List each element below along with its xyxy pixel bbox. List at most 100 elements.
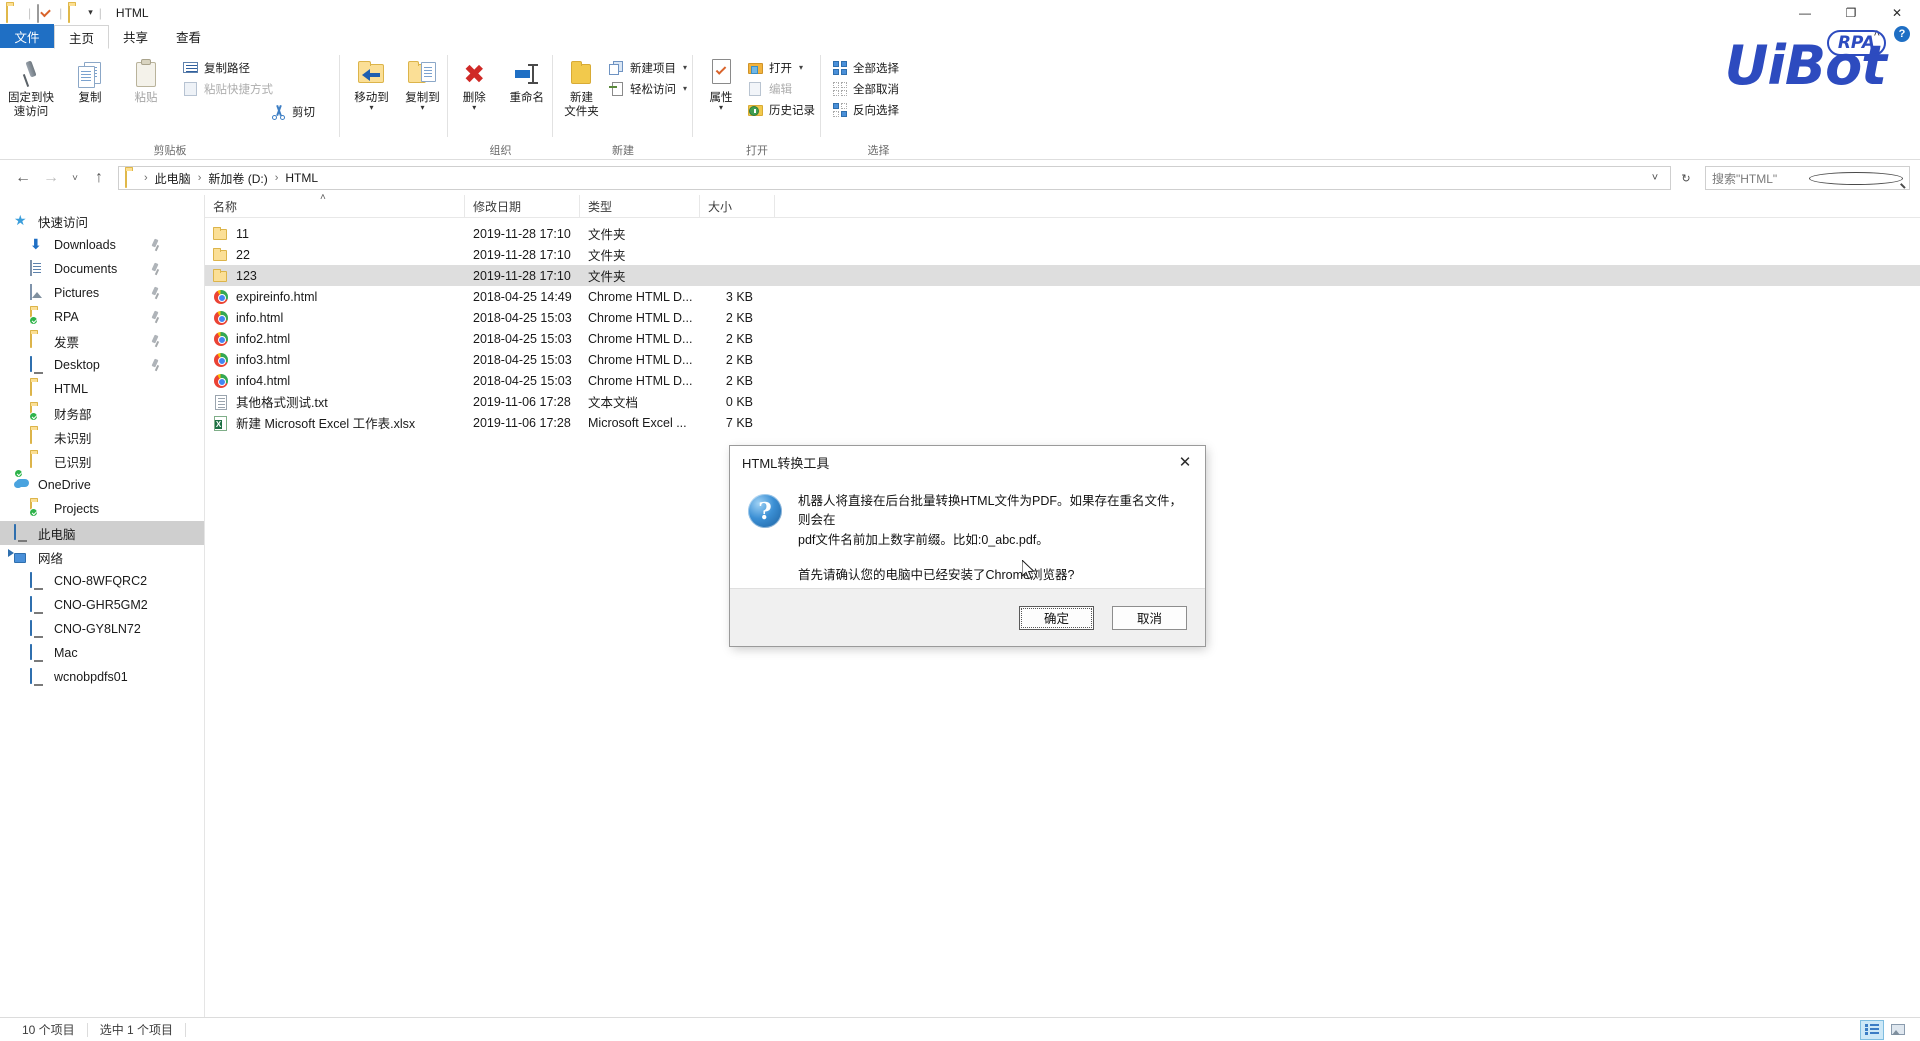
sidebar-item-[interactable]: 此电脑 (0, 521, 204, 545)
select-all-button[interactable]: 全部选择 (829, 57, 905, 78)
copy-button[interactable]: 复制 (62, 55, 118, 107)
sidebar-item-[interactable]: 发票 (0, 329, 204, 353)
sidebar-item-[interactable]: ★ 快速访问 (0, 209, 204, 233)
sidebar-item-rpa[interactable]: RPA (0, 305, 204, 329)
table-row[interactable]: 22 2019-11-28 17:10 文件夹 (205, 244, 1920, 265)
column-header-name[interactable]: 名称 ˄ (205, 192, 465, 218)
sidebar-item-cno-8wfqrc2[interactable]: CNO-8WFQRC2 (0, 569, 204, 593)
sidebar-item-[interactable]: 已识别 (0, 449, 204, 473)
close-button[interactable]: ✕ (1874, 0, 1920, 25)
tab-home[interactable]: 主页 (54, 25, 110, 49)
sidebar-item-cno-gy8ln72[interactable]: CNO-GY8LN72 (0, 617, 204, 641)
delete-button[interactable]: ✖ 删除 ▾ (448, 55, 501, 115)
collapse-ribbon-icon[interactable]: ˄ (1874, 28, 1880, 40)
back-button[interactable]: ← (10, 165, 36, 191)
table-row[interactable]: 123 2019-11-28 17:10 文件夹 (205, 265, 1920, 286)
table-row[interactable]: expireinfo.html 2018-04-25 14:49 Chrome HT… (205, 286, 1920, 307)
sidebar-item-wcnobpdfs01[interactable]: wcnobpdfs01 (0, 665, 204, 689)
pin-icon[interactable] (150, 263, 160, 275)
sidebar-item-[interactable]: 财务部 (0, 401, 204, 425)
copy-to-chevron-down-icon[interactable]: ▾ (420, 103, 424, 113)
refresh-button[interactable]: ↻ (1675, 167, 1697, 189)
edit-button[interactable]: 编辑 (745, 78, 821, 99)
details-view-button[interactable] (1860, 1019, 1884, 1040)
sidebar-item-downloads[interactable]: ⬇ Downloads (0, 233, 204, 257)
dialog-cancel-button[interactable]: 取消 (1112, 605, 1187, 630)
paste-shortcut-button[interactable]: 粘贴快捷方式 (180, 78, 321, 99)
easy-access-button[interactable]: 轻松访问 ▾ (606, 78, 693, 99)
search-input[interactable]: 搜索"HTML" (1705, 166, 1910, 190)
sidebar-item-projects[interactable]: Projects (0, 497, 204, 521)
table-row[interactable]: 新建 Microsoft Excel 工作表.xlsx 2019-11-06 17… (205, 412, 1920, 433)
qat-new-folder-icon[interactable] (68, 3, 84, 23)
rename-button[interactable]: 重命名 (501, 55, 554, 107)
table-row[interactable]: info4.html 2018-04-25 15:03 Chrome HTML D.… (205, 370, 1920, 391)
pin-to-quick-access-button[interactable]: 固定到快 速访问 (0, 55, 62, 122)
pin-icon[interactable] (150, 239, 160, 251)
move-to-button[interactable]: 移动到 ▾ (346, 55, 397, 115)
new-item-button[interactable]: 新建项目 ▾ (606, 57, 693, 78)
open-chevron-down-icon[interactable]: ▾ (799, 63, 803, 72)
folder-sync-icon (29, 500, 47, 517)
forward-button[interactable]: → (38, 165, 64, 191)
sidebar-item-pictures[interactable]: Pictures (0, 281, 204, 305)
up-button[interactable]: ↑ (86, 165, 112, 191)
help-icon[interactable]: ? (1894, 26, 1910, 42)
sidebar-item-[interactable]: 网络 (0, 545, 204, 569)
sidebar-item-onedrive[interactable]: OneDrive (0, 469, 204, 497)
qat-properties-icon[interactable] (37, 3, 53, 23)
dialog-close-button[interactable]: ✕ (1165, 446, 1205, 478)
sidebar-item-html[interactable]: HTML (0, 377, 204, 401)
sidebar-item-mac[interactable]: Mac (0, 641, 204, 665)
copy-path-button[interactable]: 复制路径 (180, 57, 321, 78)
tab-file[interactable]: 文件 (0, 24, 54, 48)
move-to-chevron-down-icon[interactable]: ▾ (369, 103, 373, 113)
pin-icon[interactable] (150, 359, 160, 371)
table-row[interactable]: info3.html 2018-04-25 15:03 Chrome HTML D.… (205, 349, 1920, 370)
invert-selection-button[interactable]: 反向选择 (829, 99, 905, 120)
open-button[interactable]: 打开 ▾ (745, 57, 821, 78)
column-header-type[interactable]: 类型 (580, 194, 700, 218)
breadcrumb-item-this-pc[interactable]: 此电脑 (151, 168, 195, 189)
sidebar-item-[interactable]: 未识别 (0, 425, 204, 449)
view-switcher (1860, 1019, 1910, 1040)
file-size: 2 KB (725, 352, 753, 367)
table-row[interactable]: 11 2019-11-28 17:10 文件夹 (205, 223, 1920, 244)
sidebar-item-label: CNO-GHR5GM2 (54, 598, 148, 612)
tab-view[interactable]: 查看 (162, 24, 215, 48)
file-type: Chrome HTML D... (588, 331, 693, 346)
select-none-button[interactable]: 全部取消 (829, 78, 905, 99)
tab-share[interactable]: 共享 (109, 24, 162, 48)
recent-locations-button[interactable]: ˅ (66, 165, 84, 191)
qat-chevron-down-icon[interactable]: ▾ (88, 7, 93, 18)
minimize-button[interactable]: — (1782, 0, 1828, 25)
delete-chevron-down-icon[interactable]: ▾ (472, 103, 476, 113)
copy-to-button[interactable]: 复制到 ▾ (397, 55, 448, 115)
maximize-button[interactable]: ❐ (1828, 0, 1874, 25)
sidebar-item-cno-ghr5gm2[interactable]: CNO-GHR5GM2 (0, 593, 204, 617)
table-row[interactable]: 其他格式测试.txt 2019-11-06 17:28 文本文档 0 KB (205, 391, 1920, 412)
breadcrumb[interactable]: › 此电脑 › 新加卷 (D:) › HTML ˅ (118, 166, 1671, 190)
large-icons-view-button[interactable] (1886, 1020, 1910, 1040)
new-folder-button[interactable]: 新建 文件夹 (561, 55, 602, 122)
dialog-ok-button[interactable]: 确定 (1019, 605, 1094, 630)
address-chevron-down-icon[interactable]: ˅ (1644, 167, 1666, 189)
breadcrumb-item-drive-d[interactable]: 新加卷 (D:) (204, 168, 271, 189)
easy-access-chevron-down-icon[interactable]: ▾ (683, 84, 687, 93)
history-button[interactable]: 历史记录 (745, 99, 821, 120)
column-header-size[interactable]: 大小 (700, 194, 775, 218)
pin-icon[interactable] (150, 287, 160, 299)
properties-button[interactable]: 属性 ▾ (699, 55, 743, 115)
sidebar-item-desktop[interactable]: Desktop (0, 353, 204, 377)
paste-button[interactable]: 粘贴 (118, 55, 174, 107)
breadcrumb-item-html[interactable]: HTML (281, 169, 322, 187)
pin-icon[interactable] (150, 335, 160, 347)
column-header-date[interactable]: 修改日期 (465, 194, 580, 218)
table-row[interactable]: info2.html 2018-04-25 15:03 Chrome HTML D.… (205, 328, 1920, 349)
pin-icon[interactable] (150, 311, 160, 323)
sidebar-item-documents[interactable]: Documents (0, 257, 204, 281)
table-row[interactable]: info.html 2018-04-25 15:03 Chrome HTML D..… (205, 307, 1920, 328)
properties-chevron-down-icon[interactable]: ▾ (719, 103, 723, 113)
cut-button[interactable]: 剪切 (268, 101, 321, 122)
new-item-chevron-down-icon[interactable]: ▾ (683, 63, 687, 72)
